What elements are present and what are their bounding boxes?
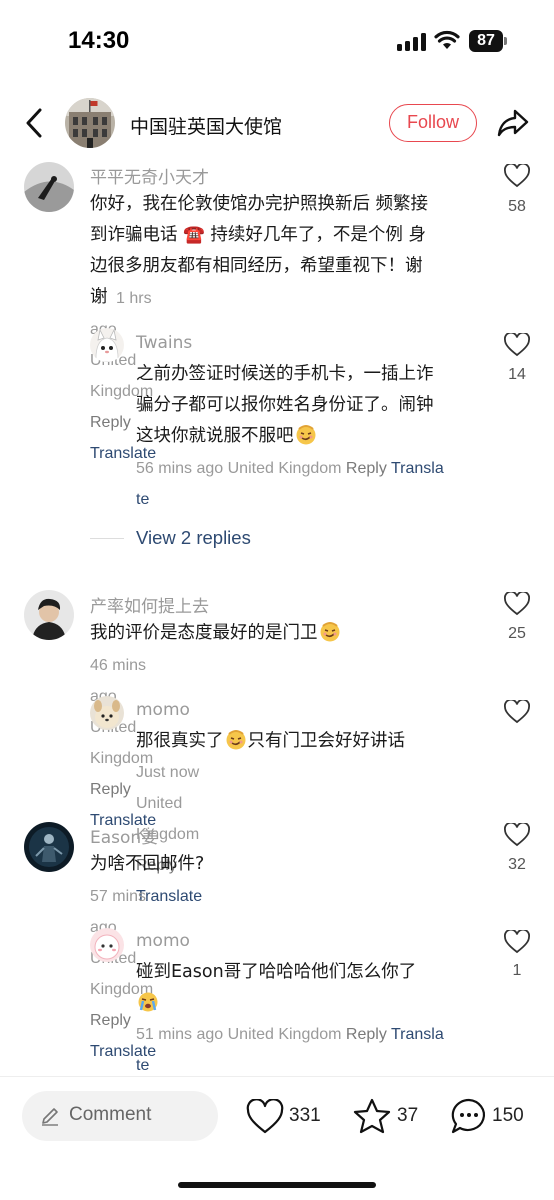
comment-input[interactable]: Comment xyxy=(22,1091,218,1141)
heart-icon[interactable] xyxy=(504,333,530,357)
reply-link[interactable]: Reply xyxy=(90,414,131,431)
like-count: 1 xyxy=(512,962,522,979)
like-button[interactable]: 331 xyxy=(246,1097,330,1137)
pen-icon xyxy=(42,1108,58,1126)
comment-username[interactable]: momo xyxy=(136,700,190,720)
comment-meta: 51 mins ago United Kingdom Reply Transla xyxy=(136,1019,486,1050)
avatar[interactable] xyxy=(24,822,74,872)
page-title: 中国驻英国大使馆 xyxy=(130,116,283,138)
comment-text: 碰到Eason哥了哈哈哈他们怎么你了 xyxy=(136,957,486,1019)
comment-username[interactable]: Eason姜 xyxy=(90,823,158,848)
translate-link-wrap: te xyxy=(136,484,149,515)
divider xyxy=(90,538,124,539)
wifi-icon xyxy=(434,30,460,49)
crying-face-emoji xyxy=(138,992,158,1012)
comment-username[interactable]: 产率如何提上去 xyxy=(90,592,209,617)
heart-icon[interactable] xyxy=(504,700,530,724)
translate-link[interactable]: Transla xyxy=(391,460,444,477)
heart-icon[interactable] xyxy=(504,592,530,616)
comment-time: 56 mins ago xyxy=(136,460,224,477)
heart-icon[interactable] xyxy=(504,164,530,188)
comment-time: Just now xyxy=(136,764,200,781)
reply-link[interactable]: Reply xyxy=(346,1026,387,1043)
status-time: 14:30 xyxy=(68,27,130,54)
comment-text: 我的评价是态度最好的是门卫 xyxy=(90,618,490,649)
comment-placeholder: Comment xyxy=(69,1104,152,1125)
comment-location: United Kingdom xyxy=(227,460,342,477)
avatar[interactable] xyxy=(90,928,124,962)
page-header: 中国驻英国大使馆 Follow xyxy=(0,90,554,156)
comment-text: 那很真实了 只有门卫会好好讲话 xyxy=(136,726,486,757)
view-replies-link[interactable]: View 2 replies xyxy=(136,527,251,549)
smirk-face-emoji xyxy=(320,622,339,642)
battery-icon: 87 xyxy=(469,30,507,52)
reply-link[interactable]: Reply xyxy=(346,460,387,477)
cellular-signal-icon xyxy=(397,33,426,51)
like-count: 14 xyxy=(508,366,526,383)
reply-link[interactable]: Reply xyxy=(90,781,131,798)
comment-username[interactable]: Twains xyxy=(136,333,192,353)
comments-total: 150 xyxy=(492,1105,524,1126)
like-count: 58 xyxy=(508,198,526,215)
comment-text: 之前办签证时候送的手机卡，一插上诈 骗分子都可以报你姓名身份证了。闹钟 这块你就… xyxy=(136,364,434,446)
avatar[interactable] xyxy=(90,696,124,730)
share-icon[interactable] xyxy=(496,108,530,138)
embassy-avatar[interactable] xyxy=(65,98,115,148)
comment-meta: 56 mins ago United Kingdom Reply Transla xyxy=(136,453,486,484)
favorite-total: 37 xyxy=(397,1105,419,1126)
reply-link[interactable]: Reply xyxy=(90,1012,131,1029)
battery-level: 87 xyxy=(469,30,503,52)
like-count: 25 xyxy=(508,625,526,642)
translate-link[interactable]: te xyxy=(136,491,149,508)
smirk-face-emoji xyxy=(296,425,315,445)
avatar[interactable] xyxy=(24,590,74,640)
comment-location: United Kingdom xyxy=(227,1026,342,1043)
heart-icon xyxy=(246,1099,284,1134)
back-arrow-icon[interactable] xyxy=(20,106,50,140)
comment-username[interactable]: 平平无奇小天才 xyxy=(90,163,209,188)
heart-icon[interactable] xyxy=(504,823,530,847)
smirk-face-emoji xyxy=(226,730,245,750)
home-indicator[interactable] xyxy=(178,1182,376,1188)
translate-link[interactable]: te xyxy=(136,1057,149,1074)
star-icon xyxy=(353,1098,391,1134)
status-bar: 14:30 87 xyxy=(0,0,554,80)
like-count: 32 xyxy=(508,856,526,873)
translate-link[interactable]: Transla xyxy=(391,1026,444,1043)
chat-bubble-icon xyxy=(451,1098,485,1134)
comment-time: 51 mins ago xyxy=(136,1026,224,1043)
avatar[interactable] xyxy=(90,328,124,362)
follow-button[interactable]: Follow xyxy=(389,104,477,142)
comment-text: 为啥不回邮件? xyxy=(90,854,205,874)
comment-time: 57 mins ago xyxy=(90,888,147,936)
heart-icon[interactable] xyxy=(504,930,530,954)
like-total: 331 xyxy=(289,1105,321,1126)
favorite-button[interactable]: 37 xyxy=(353,1097,425,1137)
comment-username[interactable]: momo xyxy=(136,931,190,951)
avatar[interactable] xyxy=(24,162,74,212)
comments-button[interactable]: 150 xyxy=(450,1097,532,1137)
